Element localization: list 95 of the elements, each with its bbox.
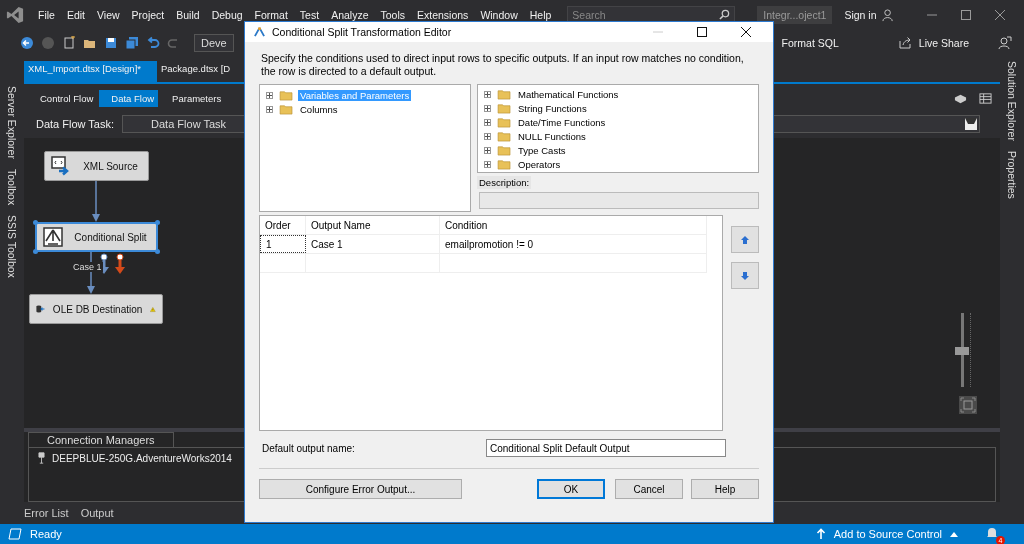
sign-in-link[interactable]: Sign in: [844, 9, 877, 21]
source-control-button[interactable]: Add to Source Control: [833, 528, 942, 540]
menu-item[interactable]: Help: [523, 9, 558, 21]
connection-icon: [37, 452, 46, 464]
default-output-label: Default output name:: [261, 442, 356, 454]
menu-item[interactable]: Debug: [205, 9, 249, 21]
tree-item[interactable]: Operators: [516, 158, 563, 170]
status-text: Ready: [30, 528, 62, 540]
tool-window-tab[interactable]: Toolbox: [6, 168, 18, 206]
component-node[interactable]: XML Source: [44, 151, 149, 181]
move-down-button[interactable]: [731, 262, 759, 289]
document-tab[interactable]: XML_Import.dtsx [Design]*: [24, 61, 157, 82]
folder-icon: [497, 144, 512, 156]
designer-tab[interactable]: Parameters: [160, 89, 226, 107]
menu-item[interactable]: Tools: [374, 9, 411, 21]
share-icon: [897, 36, 912, 50]
folder-icon: [497, 116, 512, 128]
tree-item[interactable]: String Functions: [516, 102, 589, 114]
folder-icon: [279, 89, 294, 101]
menu-item[interactable]: Extensions: [411, 9, 475, 21]
path-label: Case 1: [72, 262, 103, 272]
menu-item[interactable]: View: [91, 9, 126, 21]
save-icon[interactable]: [104, 36, 118, 50]
undo-icon[interactable]: [146, 36, 160, 50]
menu-item[interactable]: Window: [474, 9, 524, 21]
menu-item[interactable]: Format: [248, 9, 294, 21]
connection-manager-item[interactable]: DEEPBLUE-250G.AdventureWorks2014: [52, 452, 232, 464]
panel-tab[interactable]: Connection Managers: [28, 432, 174, 447]
tool-window-tab[interactable]: SSIS Toolbox: [6, 215, 18, 278]
tree-item[interactable]: NULL Functions: [516, 130, 588, 142]
grid-icon[interactable]: [979, 91, 992, 105]
menu-item[interactable]: File: [32, 9, 61, 21]
feedback-icon[interactable]: [998, 36, 1012, 50]
table-cell[interactable]: Case 1: [306, 235, 440, 253]
split-icon: [253, 26, 266, 38]
component-node[interactable]: OLE DB Destination: [29, 294, 163, 324]
bell-icon[interactable]: [986, 526, 998, 540]
column-header: Output Name: [306, 216, 440, 234]
configure-error-output-button[interactable]: Configure Error Output...: [259, 479, 462, 499]
app-logo-icon: [6, 6, 24, 24]
menu-item[interactable]: Analyze: [325, 9, 375, 21]
solution-name: Integr...oject1: [757, 6, 833, 24]
save-all-icon[interactable]: [125, 36, 139, 50]
close-icon[interactable]: [740, 26, 752, 38]
tool-window-tab[interactable]: Properties: [1006, 150, 1018, 199]
document-tab[interactable]: Package.dtsx [D: [157, 61, 235, 82]
configuration-dropdown[interactable]: Deve: [194, 34, 234, 52]
default-output-field[interactable]: Conditional Split Default Output: [486, 439, 726, 457]
bottom-tab[interactable]: Output: [80, 507, 114, 519]
person-icon[interactable]: [881, 8, 895, 22]
folder-icon: [497, 158, 512, 170]
tree-item[interactable]: Columns: [298, 103, 340, 115]
move-up-button[interactable]: [731, 226, 759, 253]
tree-item[interactable]: Type Casts: [516, 144, 568, 156]
xml-source-icon: [51, 156, 71, 176]
status-icon: [8, 528, 22, 540]
menu-item[interactable]: Build: [170, 9, 206, 21]
table-cell[interactable]: emailpromotion != 0: [440, 235, 707, 253]
designer-tab[interactable]: Data Flow: [99, 89, 159, 107]
live-share-button[interactable]: Live Share: [918, 37, 969, 49]
task-label: Data Flow Task:: [36, 118, 115, 130]
bottom-tab[interactable]: Error List: [24, 507, 69, 519]
new-project-icon[interactable]: [62, 36, 76, 50]
folder-icon: [497, 88, 512, 100]
dialog-button[interactable]: OK: [537, 479, 605, 499]
tree-item[interactable]: Mathematical Functions: [516, 88, 621, 100]
menu-item[interactable]: Project: [125, 9, 171, 21]
column-header: Order: [260, 216, 306, 234]
error-output-arrow: [115, 253, 125, 274]
dialog-button[interactable]: Cancel: [615, 479, 683, 499]
caret-icon: [950, 531, 958, 537]
column-header: Condition: [440, 216, 707, 234]
up-arrow-icon: [741, 235, 749, 244]
component-node[interactable]: Conditional Split: [35, 222, 158, 252]
up-arrow-icon: [815, 528, 826, 540]
dialog-button[interactable]: Help: [691, 479, 759, 499]
dialog-description: Specify the conditions used to direct input rows to specific outputs. If an input row matches no condition, the row is directed to a default output.: [261, 52, 745, 78]
menu-item[interactable]: Edit: [60, 9, 91, 21]
folder-icon: [497, 130, 512, 142]
format-sql-button[interactable]: Format SQL: [781, 37, 839, 49]
zoom-slider-thumb[interactable]: [955, 347, 969, 355]
table-cell[interactable]: 1: [260, 235, 306, 253]
back-icon[interactable]: [20, 36, 34, 50]
menu-item[interactable]: Test: [293, 9, 326, 21]
designer-tab[interactable]: Control Flow: [28, 89, 98, 107]
split-icon: [43, 227, 63, 247]
maximize-icon[interactable]: [696, 26, 708, 38]
connector-arrow: [92, 180, 100, 222]
dialog-title: Conditional Split Transformation Editor: [272, 26, 452, 38]
down-arrow-icon: [741, 271, 749, 280]
tool-window-tab[interactable]: Server Explorer: [6, 86, 18, 159]
tree-item[interactable]: Date/Time Functions: [516, 116, 608, 128]
search-icon: [719, 9, 731, 20]
tool-window-tab[interactable]: Solution Explorer: [1006, 61, 1018, 141]
description-label: Description:: [477, 176, 532, 189]
